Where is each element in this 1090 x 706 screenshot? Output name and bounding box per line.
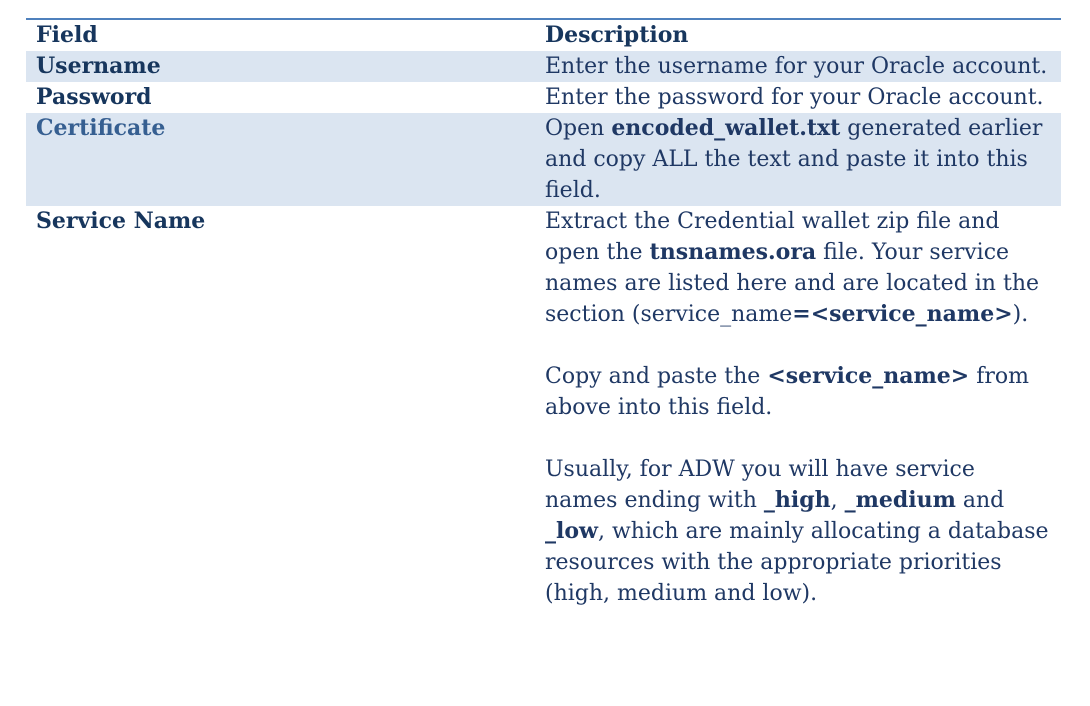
- desc-code: _medium: [844, 487, 956, 513]
- field-name: Certificate: [36, 115, 166, 141]
- desc-text: and: [955, 488, 1005, 513]
- table-row-username: Username Enter the username for your Ora…: [26, 51, 1061, 82]
- header-field: Field: [36, 22, 98, 48]
- desc-text: ).: [1012, 302, 1029, 327]
- table-row-service-name: Service Name Extract the Credential wall…: [26, 206, 1061, 609]
- desc-filename: tnsnames.ora: [649, 239, 817, 265]
- field-name: Service Name: [36, 208, 206, 234]
- desc-paragraph-1: Extract the Credential wallet zip file a…: [545, 206, 1053, 330]
- table-row-password: Password Enter the password for your Ora…: [26, 82, 1061, 113]
- desc-code: _high: [763, 487, 831, 513]
- table-row-certificate: Certificate Open encoded_wallet.txt gene…: [26, 113, 1061, 206]
- desc-code: <service_name>: [767, 363, 970, 389]
- desc-code: _low: [545, 518, 598, 544]
- field-name: Username: [36, 53, 161, 79]
- field-description: Extract the Credential wallet zip file a…: [545, 206, 1061, 609]
- field-description: Open encoded_wallet.txt generated earlie…: [545, 113, 1061, 206]
- desc-paragraph-3: Usually, for ADW you will have service n…: [545, 454, 1053, 609]
- desc-code: =<service_name>: [792, 301, 1013, 327]
- desc-text: Copy and paste the: [545, 364, 768, 389]
- desc-text: Open: [545, 116, 612, 141]
- desc-text: , which are mainly allocating a database…: [545, 519, 1049, 606]
- desc-paragraph-2: Copy and paste the <service_name> from a…: [545, 361, 1053, 423]
- desc-text: ,: [830, 488, 845, 513]
- field-description: Enter the password for your Oracle accou…: [545, 85, 1044, 110]
- field-description-table: Field Description Username Enter the use…: [26, 18, 1061, 609]
- table-header-row: Field Description: [26, 20, 1061, 51]
- field-description: Enter the username for your Oracle accou…: [545, 54, 1048, 79]
- desc-filename: encoded_wallet.txt: [611, 115, 841, 141]
- field-name: Password: [36, 84, 152, 110]
- header-description: Description: [545, 22, 689, 48]
